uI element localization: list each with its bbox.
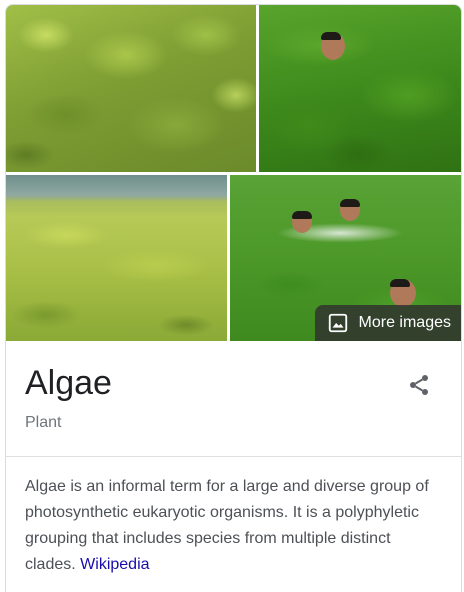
- share-button[interactable]: [407, 373, 431, 397]
- more-images-label: More images: [358, 314, 451, 331]
- child-head: [390, 279, 416, 307]
- title-section: Algae Plant: [6, 341, 461, 457]
- child-head: [292, 211, 312, 233]
- image-man-in-algae[interactable]: [259, 5, 461, 172]
- entity-title: Algae: [25, 364, 112, 402]
- wikipedia-link[interactable]: Wikipedia: [80, 556, 149, 573]
- knowledge-panel: More images Algae Plant Algae is an info…: [5, 4, 462, 592]
- image-algae-covered-water[interactable]: [6, 175, 227, 341]
- person-head: [321, 32, 345, 60]
- entity-description: Algae is an informal term for a large an…: [25, 474, 445, 578]
- child-head: [340, 199, 360, 221]
- share-icon: [410, 375, 428, 395]
- image-algae-closeup[interactable]: [6, 5, 256, 172]
- entity-subtitle: Plant: [25, 414, 62, 431]
- image-children-swimming-in-algae[interactable]: More images: [230, 175, 461, 341]
- image-icon: [328, 313, 347, 333]
- more-images-button[interactable]: More images: [314, 305, 461, 341]
